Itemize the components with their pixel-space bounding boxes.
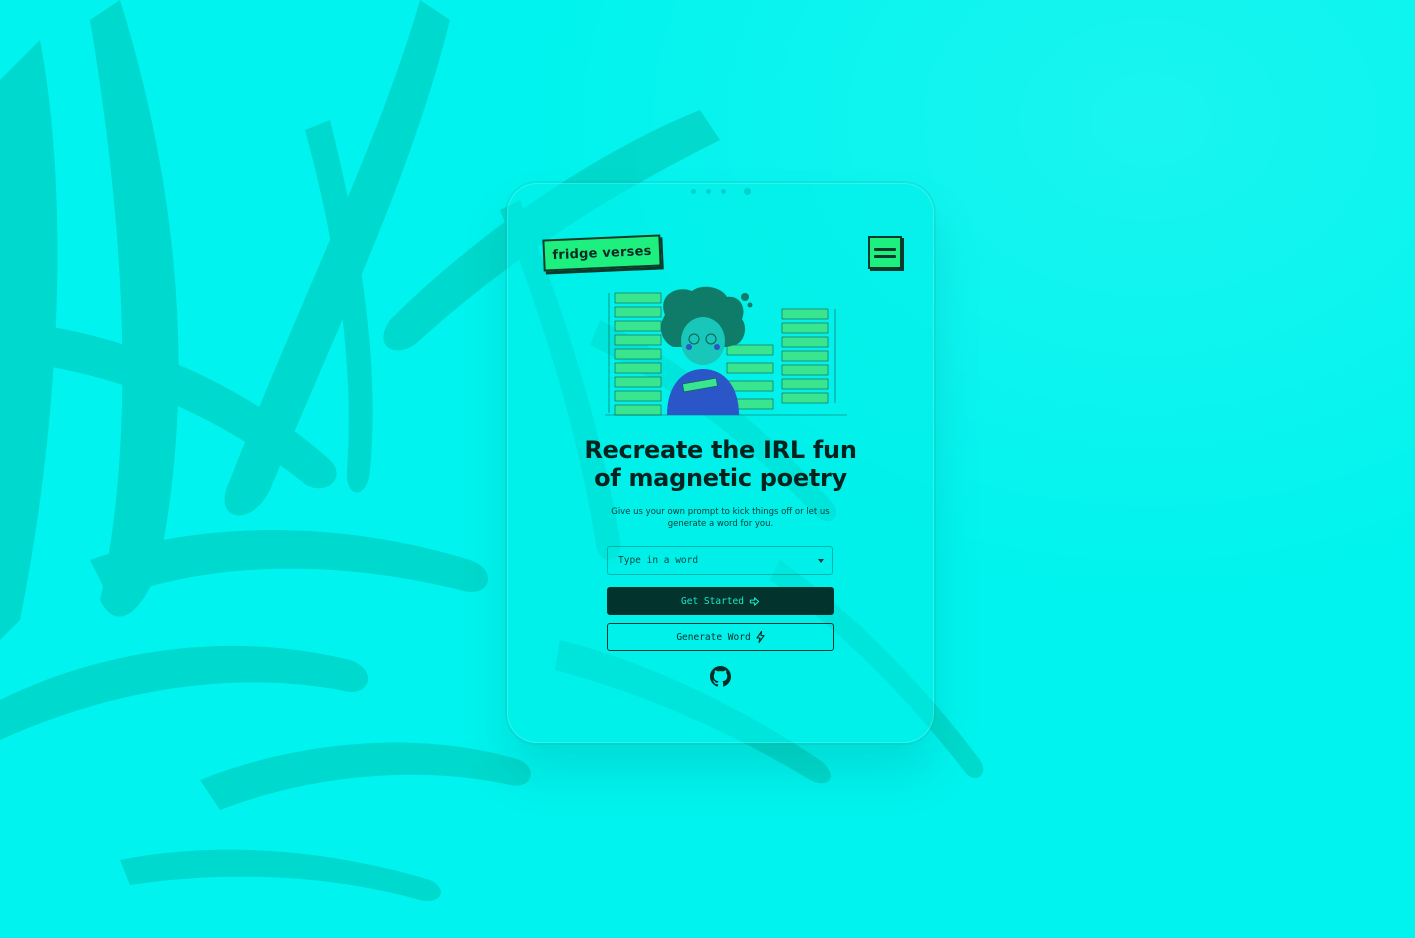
page-title: Recreate the IRL fun of magnetic poetry [507,436,934,492]
word-select[interactable] [607,546,833,575]
logo-text: fridge verses [552,243,652,263]
sensor-dot [690,189,696,194]
headline-line-1: Recreate the IRL fun [584,436,857,464]
tablet-sensors [690,188,751,195]
hero-description: Give us your own prompt to kick things o… [611,507,830,529]
generate-word-label: Generate Word [676,631,751,643]
hero-illustration [605,286,847,416]
word-input[interactable] [616,554,818,567]
get-started-button[interactable]: Get Started [607,587,834,615]
hamburger-menu-icon-bar [874,254,896,258]
generate-word-button[interactable]: Generate Word [607,623,834,651]
tablet-frame: fridge verses Recreate the IRL fun of ma… [507,183,934,743]
get-started-label: Get Started [681,595,744,607]
lightning-bolt-icon [756,631,765,643]
arrow-right-icon [749,596,760,606]
headline-line-2: of magnetic poetry [594,464,847,492]
hamburger-menu-icon [874,247,896,251]
sensor-dot [720,189,726,194]
chevron-down-icon[interactable] [818,558,824,563]
github-icon[interactable] [710,666,731,687]
menu-button[interactable] [868,236,902,269]
app-logo[interactable]: fridge verses [542,234,662,272]
sensor-dot [705,189,711,194]
camera-dot [743,188,751,195]
